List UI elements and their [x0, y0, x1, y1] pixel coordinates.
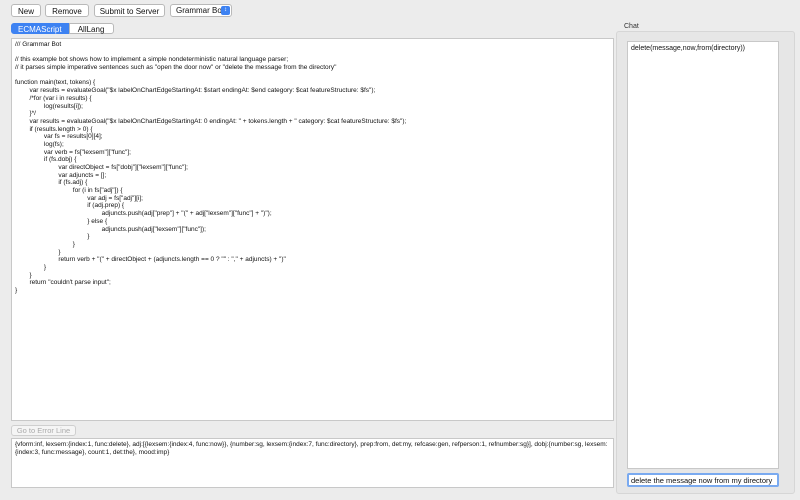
code-line: // this example bot shows how to impleme… — [15, 56, 289, 64]
bot-select[interactable]: Grammar Bot ↕ — [170, 4, 232, 17]
code-line: } — [15, 233, 90, 241]
chat-input[interactable] — [627, 473, 779, 487]
code-line: /*for (var i in results) { — [15, 94, 92, 102]
code-line: if (adj.prep) { — [15, 202, 125, 210]
code-line: log(results[i]); — [15, 102, 83, 110]
code-line: } — [15, 287, 18, 294]
code-line: function main(text, tokens) { — [15, 79, 96, 87]
tab-ecmascript[interactable]: ECMAScript — [11, 23, 69, 34]
code-line: } — [15, 263, 47, 271]
code-line: var verb = fs["lexsem"]["func"]; — [15, 148, 131, 156]
code-line: }*/ — [15, 110, 36, 118]
code-line: if (fs.adj) { — [15, 179, 88, 187]
code-line: } — [15, 248, 61, 256]
code-line: adjuncts.push(adj["prep"] + "(" + adj["l… — [15, 210, 272, 218]
code-line: return "couldn't parse input"; — [15, 279, 111, 287]
submit-to-server-button[interactable]: Submit to Server — [94, 4, 165, 17]
code-line: var adjuncts = []; — [15, 171, 107, 179]
chevron-updown-icon: ↕ — [221, 6, 230, 15]
chat-log: delete(message,now,from(directory)) — [627, 41, 779, 469]
code-line: log(fs); — [15, 140, 64, 148]
code-line: } else { — [15, 217, 108, 225]
code-line: } — [15, 240, 75, 248]
code-line: adjuncts.push(adj["lexsem"]["func"]); — [15, 225, 206, 233]
code-line: /// Grammar Bot — [15, 41, 62, 48]
new-button[interactable]: New — [11, 4, 41, 17]
code-line: var directObject = fs["dobj"]["lexsem"][… — [15, 164, 188, 171]
code-editor[interactable]: /// Grammar Bot // this example bot shows… — [11, 38, 614, 421]
language-tabs: ECMAScript AllLang — [11, 23, 114, 34]
code-line: var fs = results[0][4]; — [15, 133, 103, 141]
code-line: return verb + "(" + directObject + (adju… — [15, 256, 286, 264]
code-line: var adj = fs["adj"][i]; — [15, 194, 143, 202]
code-line: } — [15, 271, 32, 279]
bot-select-value: Grammar Bot — [176, 6, 225, 15]
parse-output: {vform:inf, lexsem:{index:1, func:delete… — [11, 438, 614, 488]
code-line: if (fs.dobj) { — [15, 156, 77, 164]
tab-alllang[interactable]: AllLang — [68, 23, 114, 34]
chat-label: Chat — [624, 23, 639, 30]
code-line: for (i in fs["adj"]) { — [15, 187, 123, 195]
code-line: var results = evaluateGoal("$x labelOnCh… — [15, 87, 376, 95]
code-line: if (results.length > 0) { — [15, 125, 93, 133]
remove-button[interactable]: Remove — [45, 4, 89, 17]
code-line: var results = evaluateGoal("$x labelOnCh… — [15, 117, 407, 125]
code-line: // it parses simple imperative sentences… — [15, 64, 337, 72]
go-to-error-line-button[interactable]: Go to Error Line — [11, 425, 76, 436]
